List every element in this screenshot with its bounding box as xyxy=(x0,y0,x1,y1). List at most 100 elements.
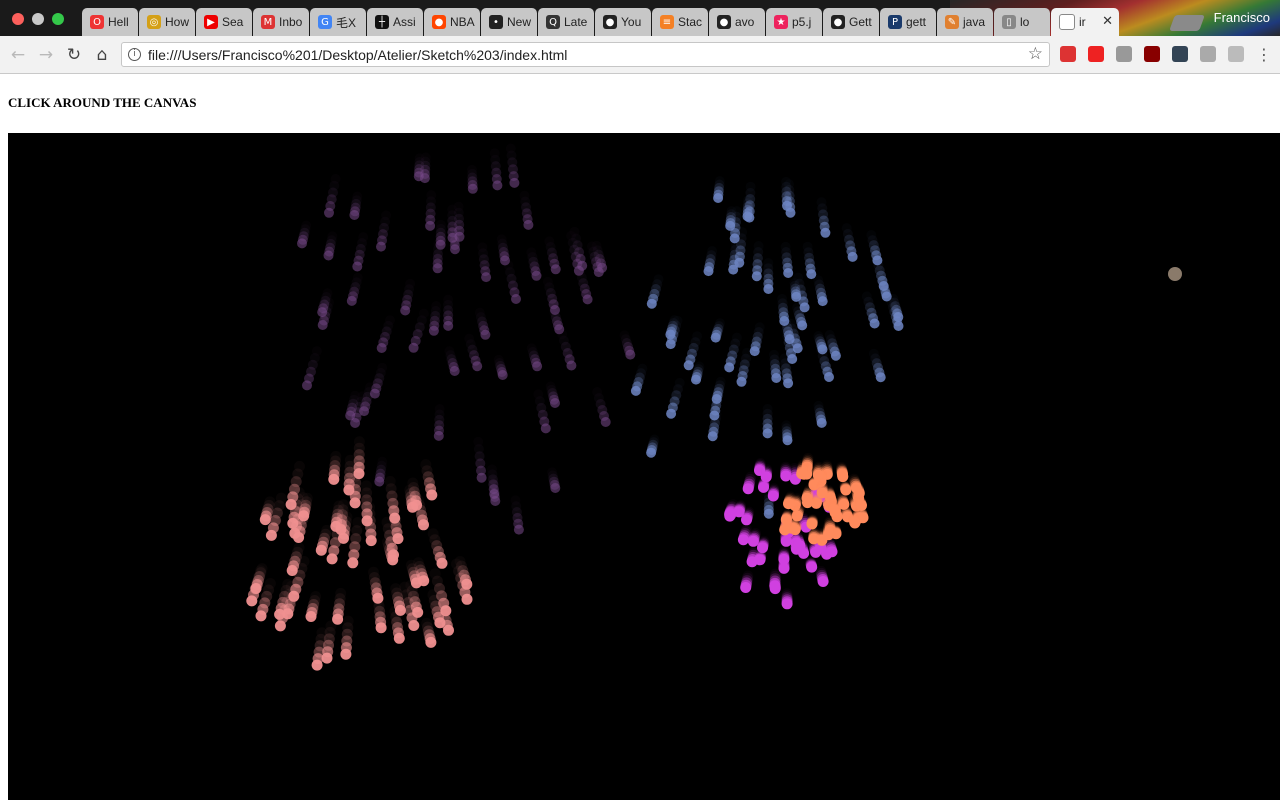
spark xyxy=(338,532,349,544)
url-text[interactable]: file:///Users/Francisco%201/Desktop/Atel… xyxy=(148,47,567,63)
window-close-button[interactable] xyxy=(12,13,24,25)
fireworks-canvas[interactable] xyxy=(8,133,1280,800)
spark xyxy=(346,295,357,306)
spark xyxy=(285,499,297,510)
window-maximize-button[interactable] xyxy=(52,13,64,25)
spark xyxy=(709,410,720,421)
tab-label: java xyxy=(963,15,986,29)
camera-extension-icon[interactable] xyxy=(1172,46,1188,62)
spark xyxy=(783,498,794,510)
tab-16[interactable]: ▯ lo xyxy=(994,8,1050,36)
tab-5[interactable]: ┼ Assi xyxy=(367,8,423,36)
chat-extension-icon[interactable] xyxy=(1116,46,1132,62)
card-extension-icon[interactable] xyxy=(1228,46,1244,62)
ublock-extension-icon[interactable] xyxy=(1144,46,1160,62)
cross-icon: ┼ xyxy=(375,15,389,29)
spark xyxy=(796,468,808,480)
tab-11[interactable]: ● avo xyxy=(709,8,765,36)
tab-10[interactable]: ≡ Stac xyxy=(652,8,708,36)
spark xyxy=(374,476,385,487)
spark xyxy=(763,284,774,294)
tab-9[interactable]: ● You xyxy=(595,8,651,36)
canvas-drawing[interactable] xyxy=(8,133,1280,800)
spark xyxy=(778,553,790,565)
opera-icon: O xyxy=(90,15,104,29)
tab-3[interactable]: M Inbo xyxy=(253,8,309,36)
tab-1[interactable]: ◎ How xyxy=(139,8,195,36)
spark xyxy=(428,325,439,336)
tab-close-icon[interactable]: ✕ xyxy=(1102,14,1113,29)
back-arrow-icon[interactable]: ← xyxy=(8,45,28,65)
spark xyxy=(467,183,478,194)
spark xyxy=(710,332,721,343)
tab-label: Inbo xyxy=(279,15,303,29)
tab-14[interactable]: Pgett xyxy=(880,8,936,36)
spark xyxy=(767,490,779,502)
spark xyxy=(492,180,503,191)
spark xyxy=(817,576,829,587)
tab-4[interactable]: G 毛X xyxy=(310,8,366,36)
play-extension-icon[interactable] xyxy=(1088,46,1104,62)
spark xyxy=(286,565,298,576)
info-icon[interactable]: i xyxy=(128,48,141,61)
spark xyxy=(780,514,792,526)
new-tab-button[interactable] xyxy=(1169,15,1205,31)
spark xyxy=(817,296,828,307)
tab-active[interactable]: ir ✕ xyxy=(1051,8,1119,36)
window-minimize-button[interactable] xyxy=(32,13,44,25)
spark xyxy=(287,517,299,529)
profile-name[interactable]: Francisco xyxy=(1214,10,1270,25)
spark xyxy=(340,648,352,660)
address-bar[interactable]: i file:///Users/Francisco%201/Desktop/At… xyxy=(121,42,1050,67)
spark xyxy=(352,261,363,272)
tab-13[interactable]: ● Gett xyxy=(823,8,879,36)
spark xyxy=(791,291,802,302)
spark xyxy=(531,270,542,281)
spark xyxy=(789,524,801,536)
puzzle-extension-icon[interactable] xyxy=(1200,46,1216,62)
forward-arrow-icon[interactable]: → xyxy=(36,45,56,65)
spark xyxy=(511,294,521,304)
gmail-icon: M xyxy=(261,15,275,29)
tab-15[interactable]: ✎ java xyxy=(937,8,993,36)
tab-0[interactable]: O Hell xyxy=(82,8,138,36)
spark xyxy=(481,272,492,283)
home-icon[interactable]: ⌂ xyxy=(92,45,112,65)
tab-7[interactable]: • New xyxy=(481,8,537,36)
spark xyxy=(646,298,657,309)
fireworks-layer xyxy=(246,150,904,671)
spark xyxy=(849,517,861,529)
spark xyxy=(412,606,424,618)
spark xyxy=(328,473,340,485)
spark xyxy=(784,334,795,345)
page-content: CLICK AROUND THE CANVAS xyxy=(0,74,1280,800)
tab-label: gett xyxy=(906,15,927,29)
tab-2[interactable]: ▶ Sea xyxy=(196,8,252,36)
spark xyxy=(425,636,437,648)
spark xyxy=(289,527,301,539)
spark xyxy=(408,620,420,631)
spark xyxy=(683,360,694,371)
spark xyxy=(826,546,838,558)
spark xyxy=(893,321,904,331)
github-icon: ● xyxy=(831,15,845,29)
spark xyxy=(630,385,641,396)
spark xyxy=(830,350,841,361)
reload-icon[interactable]: ↻ xyxy=(64,45,84,65)
tab-8[interactable]: Q Late xyxy=(538,8,594,36)
spark xyxy=(523,219,534,230)
spark xyxy=(376,241,386,252)
bookmark-star-icon[interactable]: ☆ xyxy=(1028,44,1043,64)
menu-kebab-icon[interactable]: ⋮ xyxy=(1256,45,1272,64)
spark xyxy=(323,250,334,261)
spark xyxy=(349,497,361,509)
spark xyxy=(265,529,277,541)
spark xyxy=(824,372,834,382)
stackoverflow-icon: ≡ xyxy=(660,15,674,29)
tab-12[interactable]: ★ p5.j xyxy=(766,8,822,36)
spark xyxy=(787,354,798,364)
spark xyxy=(440,605,452,617)
spark xyxy=(353,468,365,480)
shield-extension-icon[interactable] xyxy=(1060,46,1076,62)
tab-6[interactable]: ● NBA xyxy=(424,8,480,36)
